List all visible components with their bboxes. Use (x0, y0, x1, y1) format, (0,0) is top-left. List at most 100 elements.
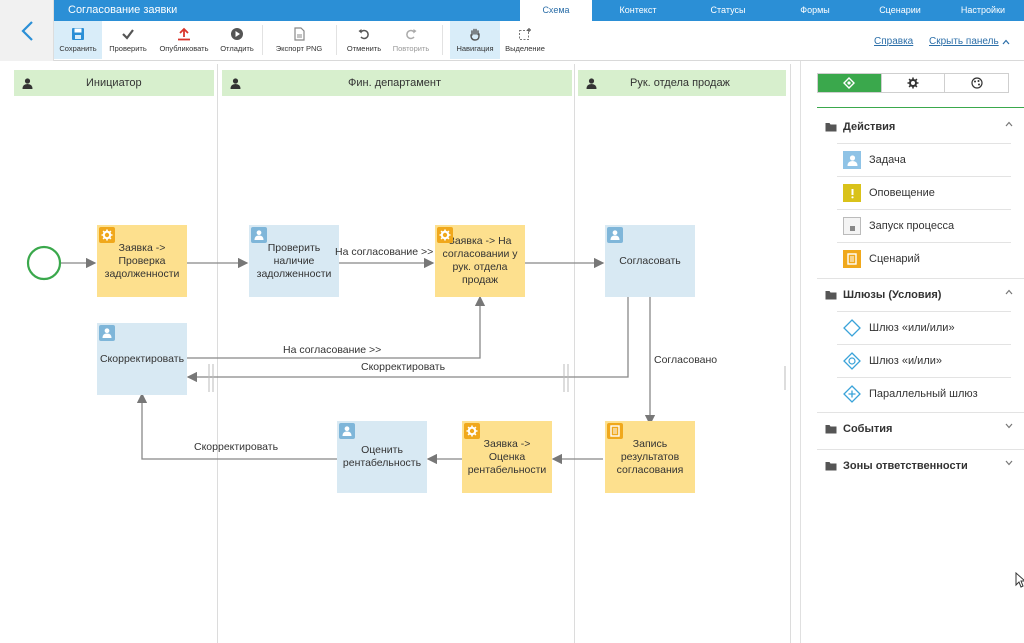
node-approve-task[interactable]: Согласовать (605, 225, 695, 297)
toolbar-separator (442, 25, 443, 55)
mouse-cursor-icon (1015, 572, 1024, 588)
palette-item-label: Сценарий (869, 253, 920, 265)
node-to-head-script[interactable]: Заявка -> На согласовании у рук. отдела … (435, 225, 525, 297)
group-responsibility-zones[interactable]: Зоны ответственности (817, 449, 1024, 481)
group-actions[interactable]: Действия (817, 111, 1024, 143)
tab-scenarios[interactable]: Сценарии (858, 0, 942, 21)
publish-button[interactable]: Опубликовать (154, 21, 214, 59)
start-event[interactable] (26, 245, 62, 281)
debug-label: Отладить (220, 44, 254, 53)
palette-item-label: Параллельный шлюз (869, 388, 978, 400)
back-button[interactable] (0, 0, 54, 61)
node-correct-task[interactable]: Скорректировать (97, 323, 187, 395)
tab-context[interactable]: Контекст (592, 0, 684, 21)
flow-label[interactable]: На согласование >> (335, 246, 433, 258)
node-profit-script[interactable]: Заявка -> Оценка рентабельности (462, 421, 552, 493)
panel-tab-palette[interactable] (945, 74, 1008, 92)
node-check-debt-task[interactable]: Проверить наличие задолженности (249, 225, 339, 297)
palette-item-label: Запуск процесса (869, 220, 955, 232)
toolbar: Сохранить Проверить Опубликовать Отладит… (54, 21, 1024, 61)
hide-panel-link[interactable]: Скрыть панель (929, 36, 999, 47)
panel-tab-settings[interactable] (882, 74, 946, 92)
chevron-up-icon (1005, 121, 1013, 127)
chevron-down-icon (1005, 423, 1013, 429)
undo-icon (358, 29, 369, 40)
upload-icon (178, 27, 190, 41)
folder-icon (825, 424, 837, 433)
selection-label: Выделение (505, 44, 545, 53)
undo-button[interactable]: Отменить (342, 21, 386, 59)
folder-icon (825, 290, 837, 299)
node-check-debt-script[interactable]: Заявка -> Проверка задолженности (97, 225, 187, 297)
help-link[interactable]: Справка (874, 36, 913, 47)
palette-item-label: Оповещение (869, 187, 935, 199)
palette-item-label: Задача (869, 154, 906, 166)
save-button[interactable]: Сохранить (54, 21, 102, 59)
redo-icon (406, 29, 417, 40)
palette-item-or-gateway[interactable]: Шлюз «и/или» (837, 344, 1011, 377)
palette-item-task[interactable]: Задача (837, 143, 1011, 176)
palette-item-xor-gateway[interactable]: Шлюз «или/или» (837, 311, 1011, 344)
gateway-xor-icon (843, 319, 861, 337)
debug-button[interactable]: Отладить (216, 21, 258, 59)
node-label: Запись результатов согласования (616, 437, 684, 476)
process-designer: Согласование заявки Схема Контекст Стату… (0, 0, 1024, 643)
tab-schema[interactable]: Схема (520, 0, 592, 21)
check-label: Проверить (109, 44, 147, 53)
palette-item-start-process[interactable]: Запуск процесса (837, 209, 1011, 242)
gateway-parallel-icon (843, 385, 861, 403)
tab-settings[interactable]: Настройки (942, 0, 1024, 21)
connector-handle[interactable] (208, 364, 214, 392)
elements-panel: Действия Задача Оповещение Запуск процес… (800, 61, 1024, 643)
user-icon (607, 227, 623, 243)
gear-icon (437, 227, 453, 243)
file-icon (294, 27, 305, 41)
panel-tab-elements[interactable] (818, 74, 882, 92)
node-record-results[interactable]: Запись результатов согласования (605, 421, 695, 493)
chevron-up-icon (1005, 289, 1013, 295)
navigation-button[interactable]: Навигация (450, 21, 500, 59)
group-title: Зоны ответственности (843, 459, 968, 472)
save-label: Сохранить (59, 44, 97, 53)
export-png-button[interactable]: Экспорт PNG (268, 21, 330, 59)
palette-icon (971, 77, 983, 89)
selection-button[interactable]: Выделение (502, 21, 548, 59)
redo-label: Повторить (392, 44, 430, 53)
selection-icon (519, 28, 531, 40)
navigation-label: Навигация (456, 44, 494, 53)
user-icon (99, 325, 115, 341)
group-events[interactable]: События (817, 412, 1024, 444)
connector-handle[interactable] (563, 364, 569, 392)
toolbar-separator (336, 25, 337, 55)
flow-label[interactable]: Скорректировать (361, 361, 445, 373)
gear-icon (907, 77, 919, 89)
diagram-canvas[interactable]: Инициатор Фин. департамент Рук. отдела п… (8, 64, 793, 643)
flow-label[interactable]: Скорректировать (194, 441, 278, 453)
palette-item-parallel-gateway[interactable]: Параллельный шлюз (837, 377, 1011, 410)
toolbar-separator (262, 25, 263, 55)
palette-item-label: Шлюз «и/или» (869, 355, 942, 367)
node-label: Заявка -> Оценка рентабельности (467, 437, 547, 476)
node-profit-task[interactable]: Оценить рентабельность (337, 421, 427, 493)
floppy-icon (72, 28, 84, 40)
palette-item-notification[interactable]: Оповещение (837, 176, 1011, 209)
check-button[interactable]: Проверить (104, 21, 152, 59)
flow-label[interactable]: На согласование >> (283, 344, 381, 356)
title-bar: Согласование заявки Схема Контекст Стату… (54, 0, 1024, 21)
palette-item-scenario[interactable]: Сценарий (837, 242, 1011, 275)
tab-statuses[interactable]: Статусы (684, 0, 772, 21)
tab-forms[interactable]: Формы (772, 0, 858, 21)
group-gateways[interactable]: Шлюзы (Условия) (817, 278, 1024, 310)
flow-label[interactable]: Согласовано (654, 354, 717, 366)
chevron-up-icon[interactable] (1002, 39, 1010, 45)
redo-button[interactable]: Повторить (388, 21, 434, 59)
gear-icon (464, 423, 480, 439)
group-title: События (843, 422, 893, 435)
folder-icon (825, 123, 837, 132)
folder-icon (825, 461, 837, 470)
user-icon (251, 227, 267, 243)
play-circle-icon (231, 28, 243, 40)
hand-icon (470, 28, 480, 41)
publish-label: Опубликовать (159, 44, 209, 53)
scenario-icon (607, 423, 623, 439)
